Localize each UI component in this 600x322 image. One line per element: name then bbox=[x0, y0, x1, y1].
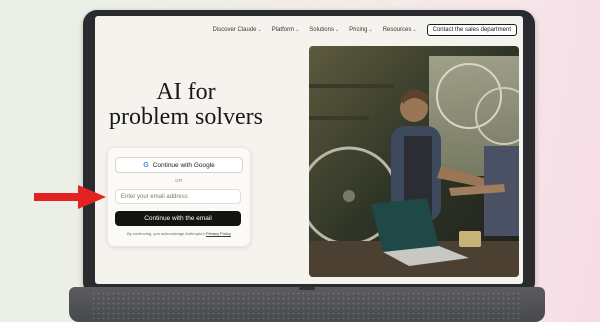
privacy-policy-link[interactable]: Privacy Policy bbox=[206, 231, 231, 236]
continue-with-google-button[interactable]: G Continue with Google bbox=[115, 157, 243, 173]
nav-item-label: Platform bbox=[271, 27, 295, 33]
hero-photo bbox=[309, 46, 519, 277]
red-arrow-annotation bbox=[34, 185, 106, 209]
hero-title: AI for problem solvers bbox=[101, 80, 271, 130]
legal-prefix: By continuing, you acknowledge Anthropic… bbox=[127, 231, 205, 236]
nav-item-solutions[interactable]: Solutions ⌄ bbox=[309, 27, 339, 33]
nav-item-label: Solutions bbox=[309, 27, 334, 33]
photo-workshop-icon bbox=[309, 46, 519, 277]
hero-title-line1: AI for bbox=[156, 79, 216, 105]
continue-with-email-button[interactable]: Continue with the email bbox=[115, 211, 241, 226]
top-navigation: Discover Claude ⌄ Platform ⌄ Solutions ⌄… bbox=[213, 22, 517, 38]
nav-item-label: Pricing bbox=[349, 27, 368, 33]
chevron-down-icon: ⌄ bbox=[368, 27, 373, 33]
laptop-hinge bbox=[299, 287, 315, 290]
hero-title-line2: problem solvers bbox=[109, 104, 263, 130]
browser-screen: Discover Claude ⌄ Platform ⌄ Solutions ⌄… bbox=[95, 16, 523, 284]
chevron-down-icon: ⌄ bbox=[257, 27, 262, 33]
contact-sales-button[interactable]: Contact the sales department bbox=[426, 24, 517, 36]
chevron-down-icon: ⌄ bbox=[412, 27, 417, 33]
laptop-base bbox=[69, 287, 545, 322]
or-divider: OR bbox=[175, 178, 183, 183]
email-placeholder: Enter your email address bbox=[121, 193, 188, 200]
legal-notice: By continuing, you acknowledge Anthropic… bbox=[108, 231, 250, 236]
laptop-keyboard bbox=[91, 291, 523, 319]
chevron-down-icon: ⌄ bbox=[295, 27, 300, 33]
nav-item-platform[interactable]: Platform ⌄ bbox=[272, 27, 300, 33]
nav-item-resources[interactable]: Resources ⌄ bbox=[383, 27, 417, 33]
google-button-label: Continue with Google bbox=[152, 161, 215, 169]
signup-card: G Continue with Google OR Enter your ema… bbox=[107, 147, 251, 247]
chevron-down-icon: ⌄ bbox=[334, 27, 340, 33]
google-icon: G bbox=[143, 161, 149, 169]
nav-item-discover-claude[interactable]: Discover Claude ⌄ bbox=[213, 27, 262, 33]
nav-item-label: Discover Claude bbox=[212, 27, 257, 33]
email-field[interactable]: Enter your email address bbox=[115, 189, 241, 204]
nav-item-label: Resources bbox=[382, 27, 412, 33]
nav-item-pricing[interactable]: Pricing ⌄ bbox=[349, 27, 373, 33]
